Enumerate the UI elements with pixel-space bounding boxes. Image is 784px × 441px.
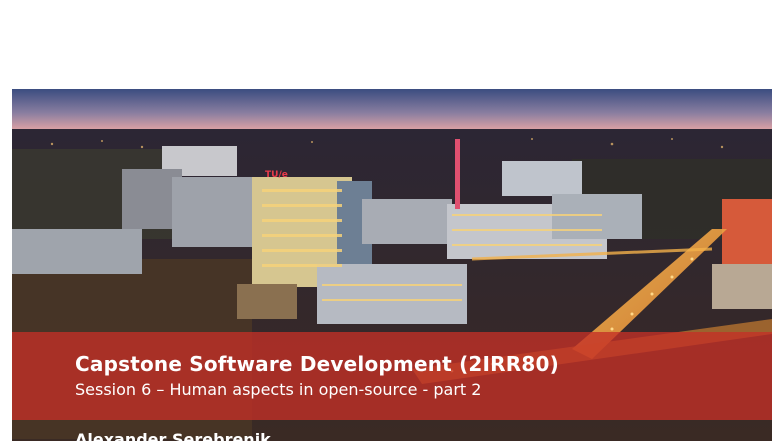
campus-sign-text: TU/e xyxy=(265,170,288,180)
slide-subtitle: Session 6 – Human aspects in open-source… xyxy=(75,380,482,399)
presentation-slide: TU/e Capstone Software Development (2IRR… xyxy=(0,0,784,441)
slide-title: Capstone Software Development (2IRR80) xyxy=(75,352,559,376)
title-band: Capstone Software Development (2IRR80) S… xyxy=(12,332,772,420)
author-name: Alexander Serebrenik xyxy=(75,430,271,441)
